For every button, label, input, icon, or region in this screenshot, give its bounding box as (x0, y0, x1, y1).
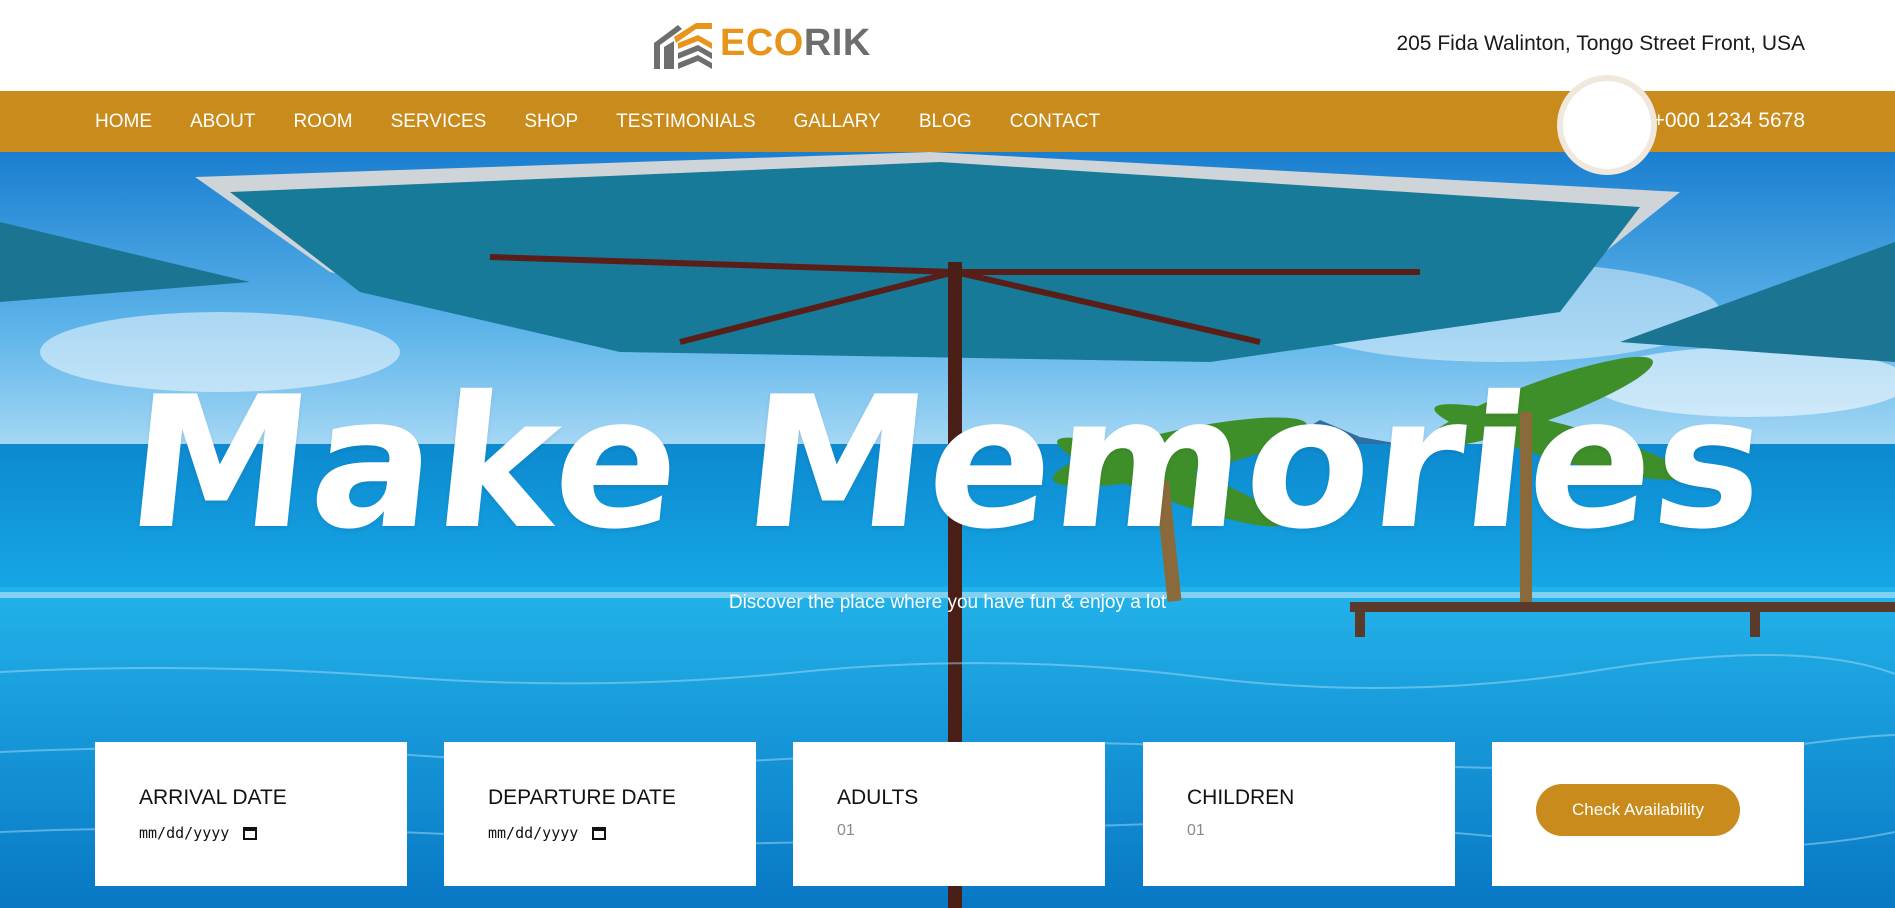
logo-text-rik: RIK (803, 21, 871, 64)
departure-date-placeholder: mm/dd/yyyy (488, 824, 579, 842)
hero-subtitle: Discover the place where you have fun & … (728, 592, 1167, 613)
departure-date-label: DEPARTURE DATE (488, 786, 676, 809)
nav-item-home[interactable]: HOME (95, 111, 152, 133)
arrival-date-label: ARRIVAL DATE (139, 786, 287, 809)
arrival-date-placeholder: mm/dd/yyyy (139, 824, 230, 842)
phone-icon (1557, 75, 1657, 175)
nav-item-gallary[interactable]: GALLARY (794, 111, 881, 133)
calendar-icon[interactable] (592, 826, 607, 840)
nav-item-testimonials[interactable]: TESTIMONIALS (616, 111, 755, 133)
logo-text: ECORIK (720, 22, 871, 65)
adults-label: ADULTS (837, 786, 919, 809)
header-phone[interactable]: +000 1234 5678 (1653, 109, 1805, 133)
main-navbar: HOME ABOUT ROOM SERVICES SHOP TESTIMONIA… (0, 75, 1895, 175)
arrival-date-card: ARRIVAL DATE mm/dd/yyyy (95, 742, 407, 886)
nav-item-shop[interactable]: SHOP (524, 111, 578, 133)
check-availability-card: Check Availability (1492, 742, 1804, 886)
nav-item-room[interactable]: ROOM (293, 111, 352, 133)
calendar-icon[interactable] (243, 826, 258, 840)
hero-banner: Make Memories Discover the place where y… (0, 152, 1895, 908)
adults-input[interactable]: 01 (837, 822, 855, 840)
nav-item-services[interactable]: SERVICES (391, 111, 487, 133)
check-availability-button[interactable]: Check Availability (1536, 784, 1740, 836)
nav-item-about[interactable]: ABOUT (190, 111, 255, 133)
departure-date-card: DEPARTURE DATE mm/dd/yyyy (444, 742, 756, 886)
nav-item-blog[interactable]: BLOG (919, 111, 972, 133)
house-roof-icon (654, 23, 712, 69)
nav-menu: HOME ABOUT ROOM SERVICES SHOP TESTIMONIA… (95, 91, 1138, 152)
arrival-date-input[interactable]: mm/dd/yyyy (139, 824, 258, 842)
hero-title: Make Memories (118, 357, 1777, 569)
adults-card: ADULTS 01 (793, 742, 1105, 886)
departure-date-input[interactable]: mm/dd/yyyy (488, 824, 607, 842)
header-address: 205 Fida Walinton, Tongo Street Front, U… (1396, 32, 1805, 55)
logo-text-eco: ECO (720, 21, 804, 64)
children-label: CHILDREN (1187, 786, 1295, 809)
children-input[interactable]: 01 (1187, 822, 1205, 840)
children-card: CHILDREN 01 (1143, 742, 1455, 886)
nav-item-contact[interactable]: CONTACT (1010, 111, 1100, 133)
site-logo[interactable]: ECORIK (652, 12, 871, 74)
